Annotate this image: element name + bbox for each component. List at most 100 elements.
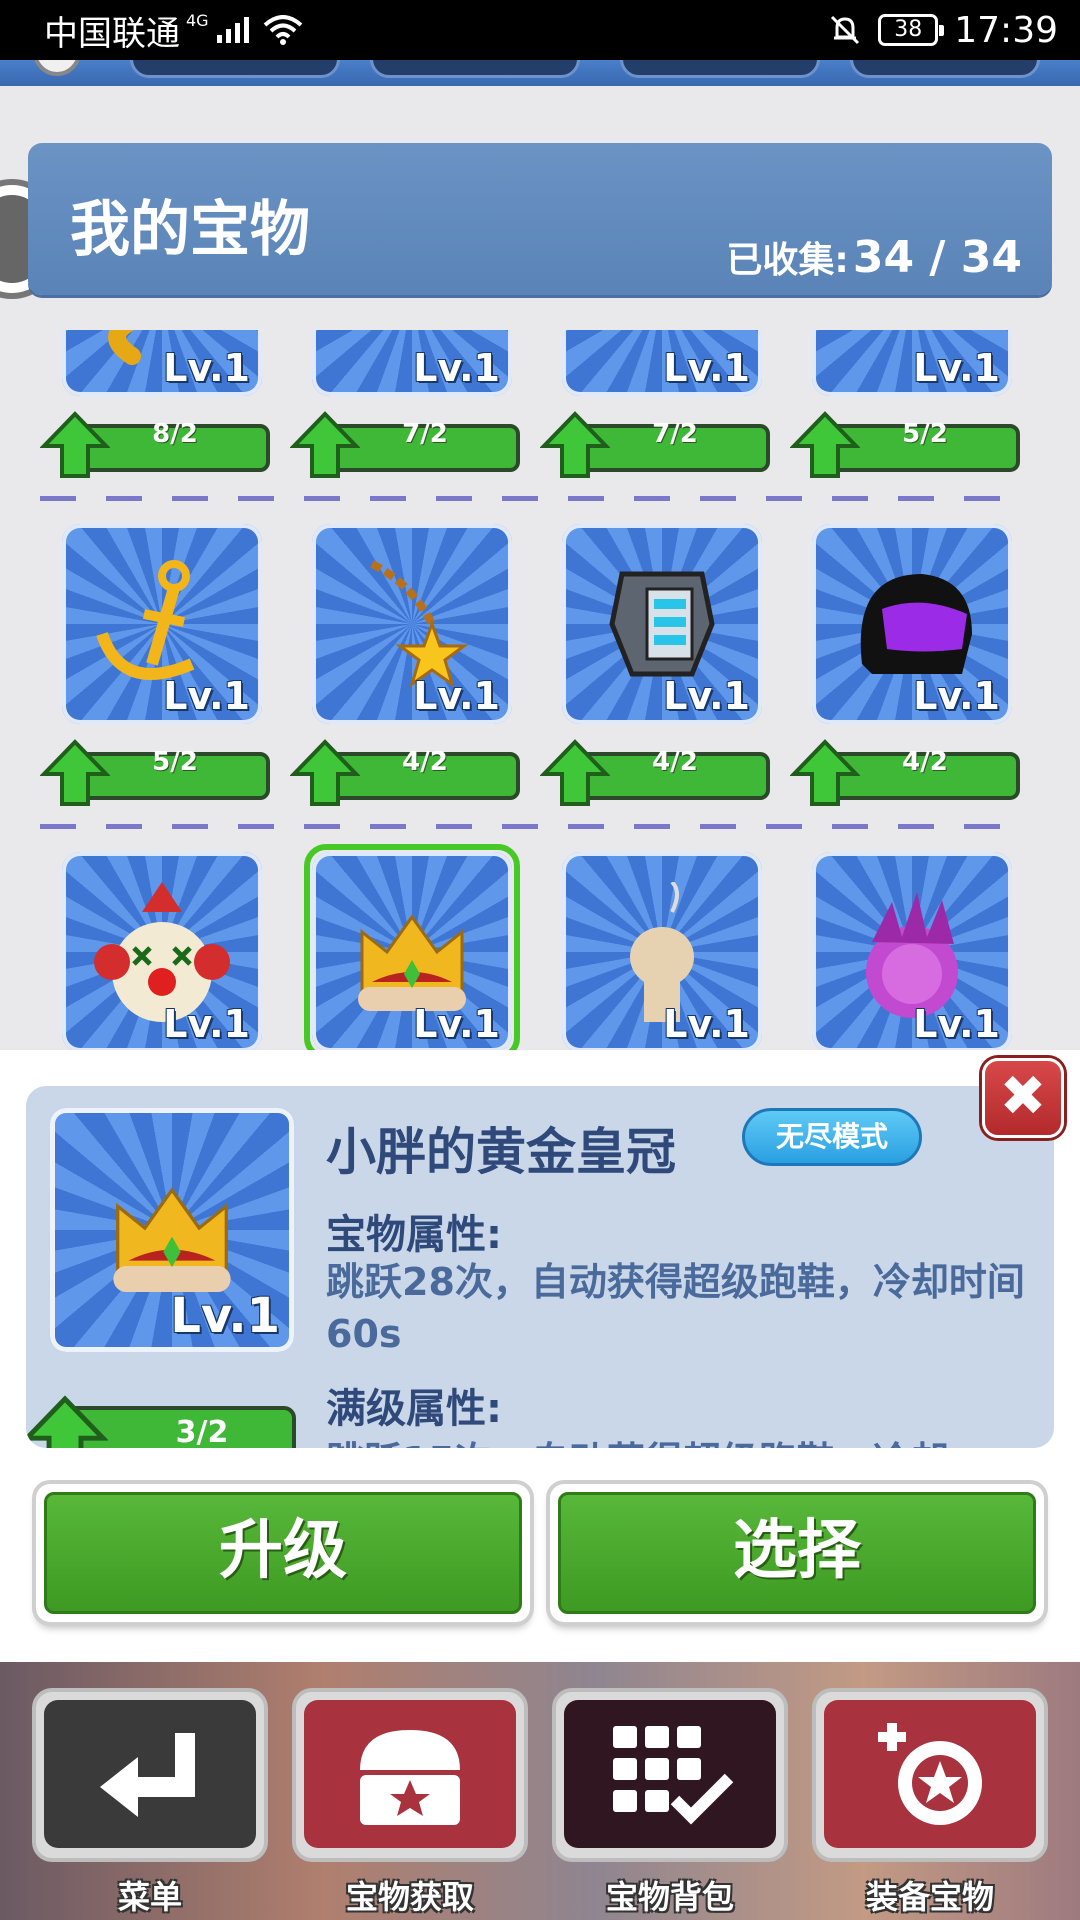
treasure-row: Lv.1 Lv.1 Lv.1 Lv.1 <box>0 844 1080 1050</box>
row-divider <box>40 496 1030 501</box>
treasure-row: Lv.1 8/2 Lv.1 7/2 Lv.1 7/2 Lv.1 5/2 <box>0 330 1080 524</box>
upgrade-progress: 7/2 <box>290 411 520 478</box>
carrier-info: 中国联通 4G <box>44 6 303 55</box>
progress-text: 8/2 <box>152 419 198 449</box>
treasure-acquire-label: 宝物获取 <box>345 1878 474 1916</box>
attribute-heading: 宝物属性: <box>326 1212 502 1258</box>
level-label: Lv.1 <box>913 1002 1000 1046</box>
upgrade-progress: 4/2 <box>790 739 1020 806</box>
attribute-text: 跳跃28次，自动获得超级跑鞋，冷却时间60s <box>326 1260 1025 1356</box>
upgrade-progress: 3/2 <box>26 1395 298 1448</box>
robot-device-icon <box>609 571 715 677</box>
status-bar: 中国联通 4G 38 17:39 <box>0 0 1080 60</box>
level-label: Lv.1 <box>170 1288 280 1344</box>
level-label: Lv.1 <box>163 1002 250 1046</box>
clown-mask-icon <box>94 882 230 1022</box>
treasure-tile[interactable]: Lv.1 <box>812 330 1012 396</box>
bottom-nav: 菜单 宝物获取 宝物背包 装备宝物 <box>0 1662 1080 1920</box>
battery-icon: 38 <box>878 14 945 46</box>
collected-value: 34 / 34 <box>852 232 1022 283</box>
treasure-tile[interactable]: Lv.1 <box>62 330 262 396</box>
treasure-tile[interactable]: Lv.1 <box>312 524 512 724</box>
treasure-tile[interactable]: Lv.1 <box>812 852 1012 1050</box>
collected-label: 已收集: <box>726 240 849 281</box>
treasure-tile[interactable]: Lv.1 <box>62 852 262 1050</box>
progress-text: 7/2 <box>652 419 698 449</box>
clock: 17:39 <box>954 9 1058 51</box>
close-button[interactable]: ✖ <box>982 1058 1064 1138</box>
menu-button[interactable]: 菜单 <box>32 1688 268 1916</box>
anchor-icon <box>96 560 195 680</box>
level-label: Lv.1 <box>663 674 750 718</box>
equip-treasure-button[interactable]: 装备宝物 <box>812 1688 1048 1916</box>
mode-badge: 无尽模式 <box>742 1108 922 1166</box>
select-button[interactable]: 选择 <box>550 1484 1044 1622</box>
row-divider <box>40 824 1030 829</box>
currency-pill <box>850 60 1040 78</box>
carrier-name: 中国联通 <box>44 13 180 54</box>
upgrade-button[interactable]: 升级 <box>36 1484 530 1622</box>
progress-text: 4/2 <box>402 747 448 777</box>
upgrade-arrow-icon <box>26 1395 108 1448</box>
treasure-row: Lv.1 5/2 Lv.1 4/2 Lv.1 4/2 Lv.1 4/2 <box>0 524 1080 852</box>
menu-label: 菜单 <box>117 1878 182 1916</box>
helmet-icon <box>860 574 972 674</box>
settings-gear-icon[interactable] <box>26 60 88 84</box>
progress-text: 4/2 <box>652 747 698 777</box>
treasure-name: 小胖的黄金皇冠 <box>326 1123 676 1181</box>
voodoo-doll-icon <box>630 882 694 1022</box>
treasure-detail-panel[interactable]: Lv.1 3/2 小胖的黄金皇冠 无尽模式 宝物属性: 跳跃28次，自动获得超级… <box>26 1086 1054 1448</box>
selected-treasure-tile: Lv.1 <box>50 1108 294 1352</box>
progress-text: 7/2 <box>402 419 448 449</box>
treasure-tile[interactable]: Lv.1 <box>562 524 762 724</box>
currency-pill <box>130 60 340 78</box>
equip-treasure-icon <box>878 1723 982 1825</box>
return-arrow-icon <box>100 1733 195 1817</box>
level-label: Lv.1 <box>663 1002 750 1046</box>
upgrade-progress: 4/2 <box>540 739 770 806</box>
progress-text: 5/2 <box>902 419 948 449</box>
upgrade-button-label: 升级 <box>44 1492 522 1614</box>
selection-frame <box>304 844 520 1050</box>
progress-text: 5/2 <box>152 747 198 777</box>
currency-strip <box>0 60 1080 86</box>
progress-text: 4/2 <box>902 747 948 777</box>
level-label: Lv.1 <box>663 346 750 390</box>
grid-check-icon <box>613 1726 734 1825</box>
select-button-label: 选择 <box>558 1492 1036 1614</box>
mute-bell-icon <box>831 15 860 45</box>
treasure-bag-button[interactable]: 宝物背包 <box>552 1688 788 1916</box>
wifi-icon <box>263 15 302 45</box>
signal-icon <box>216 17 249 43</box>
level-label: Lv.1 <box>413 674 500 718</box>
network-type: 4G <box>186 10 209 30</box>
treasure-tile[interactable]: Lv.1 <box>562 852 762 1050</box>
page-title: 我的宝物 <box>70 195 310 265</box>
treasure-header: 我的宝物 已收集: 34 / 34 <box>28 143 1052 295</box>
equip-treasure-label: 装备宝物 <box>865 1878 994 1916</box>
treasure-tile[interactable]: Lv.1 <box>312 330 512 396</box>
treasure-grid[interactable]: Lv.1 8/2 Lv.1 7/2 Lv.1 7/2 Lv.1 5/2 Lv.1… <box>0 330 1080 1050</box>
level-label: Lv.1 <box>413 346 500 390</box>
currency-pill <box>620 60 820 78</box>
close-icon: ✖ <box>999 1064 1047 1129</box>
treasure-tile[interactable]: Lv.1 <box>62 524 262 724</box>
crown-icon <box>113 1187 231 1293</box>
max-attribute-text: 跳跃15次，自动获得超级跑鞋，冷却 <box>326 1430 1026 1448</box>
treasure-acquire-button[interactable]: 宝物获取 <box>292 1688 528 1916</box>
level-label: Lv.1 <box>913 346 1000 390</box>
level-label: Lv.1 <box>163 674 250 718</box>
treasure-tile[interactable]: Lv.1 <box>812 524 1012 724</box>
level-label: Lv.1 <box>163 346 250 390</box>
progress-text: 3/2 <box>175 1415 229 1448</box>
collected-count: 已收集: 34 / 34 <box>726 231 1022 283</box>
star-necklace-icon <box>370 560 469 688</box>
max-attribute-heading: 满级属性: <box>326 1386 502 1432</box>
treasure-detail-sheet: Lv.1 3/2 小胖的黄金皇冠 无尽模式 宝物属性: 跳跃28次，自动获得超级… <box>0 1050 1080 1662</box>
treasure-tile[interactable]: Lv.1 <box>562 330 762 396</box>
level-label: Lv.1 <box>913 674 1000 718</box>
upgrade-progress: 7/2 <box>540 411 770 478</box>
crystal-flower-icon <box>866 892 958 1018</box>
upgrade-progress: 4/2 <box>290 739 520 806</box>
upgrade-progress: 5/2 <box>790 411 1020 478</box>
